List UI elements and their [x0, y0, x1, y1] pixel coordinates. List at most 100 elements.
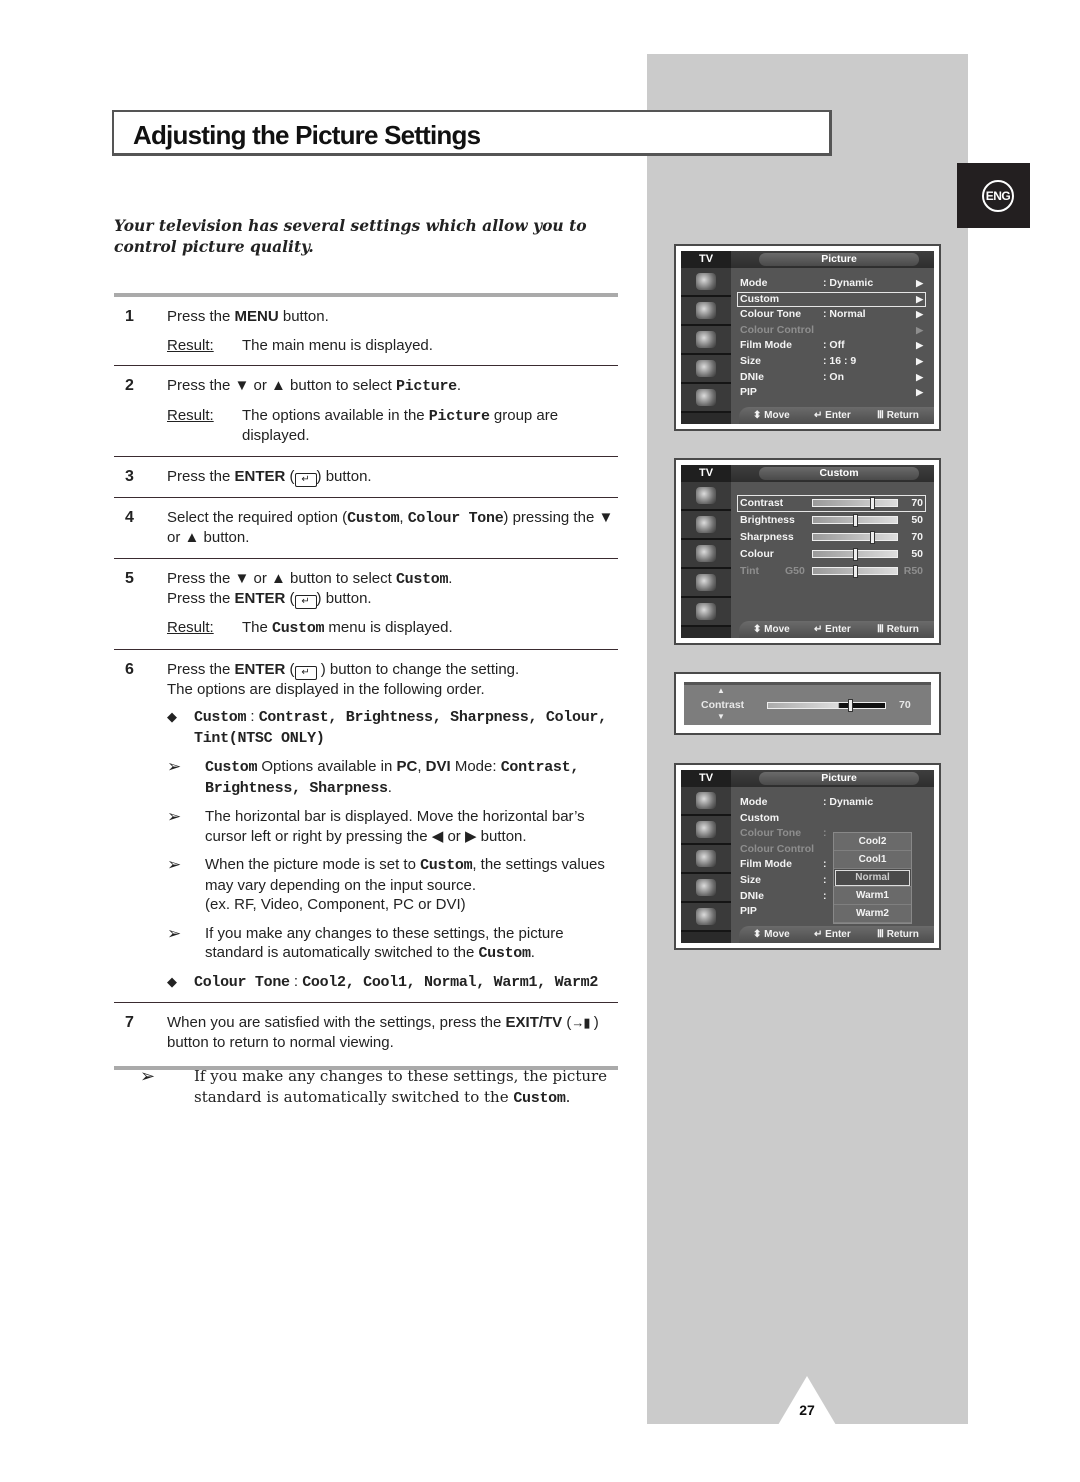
- language-badge: ENG: [957, 163, 1030, 228]
- option-name: Custom: [347, 509, 400, 527]
- input-icon[interactable]: [681, 787, 731, 816]
- setup-icon[interactable]: [681, 903, 731, 932]
- menu-item-label: Mode: [740, 796, 768, 808]
- menu-item-label: Custom: [740, 811, 780, 824]
- enter-hint: ↵ Enter: [814, 410, 851, 421]
- result: Result: The options available in the Pic…: [167, 406, 618, 446]
- osd-custom-menu: TV Custom Contrast 70 Brightness 50 Sharpness…: [674, 458, 941, 645]
- picture-icon[interactable]: [681, 297, 731, 326]
- channel-icon[interactable]: [681, 355, 731, 384]
- menu-item[interactable]: DNIe: On ▶: [737, 370, 926, 386]
- picture-icon[interactable]: [681, 511, 731, 540]
- custom-options-bullet: ◆ Custom : Contrast, Brightness, Sharpne…: [167, 707, 618, 748]
- menu-item-label: Film Mode: [740, 858, 792, 871]
- osd-title: Picture: [759, 253, 919, 266]
- slider-item[interactable]: Sharpness 70: [737, 529, 926, 546]
- menu-item-value: : Dynamic: [823, 277, 874, 289]
- menu-item-label: Film Mode: [740, 339, 792, 352]
- menu-item[interactable]: Film Mode: Off ▶: [737, 338, 926, 354]
- slider-knob[interactable]: [869, 531, 875, 544]
- menu-item-value: : On: [823, 370, 844, 383]
- menu-item-label: Mode: [740, 277, 768, 289]
- slider-track[interactable]: [812, 548, 898, 561]
- sound-icon[interactable]: [681, 326, 731, 355]
- dropdown-option[interactable]: Cool1: [834, 851, 911, 869]
- option-name: Custom: [478, 945, 531, 962]
- step-text: ) button.: [316, 467, 372, 485]
- chevron-right-icon: ▶: [916, 371, 923, 382]
- slider-knob[interactable]: [853, 514, 858, 527]
- menu-item[interactable]: PIP ▶: [737, 385, 926, 401]
- note-text: The horizontal bar is displayed. Move th…: [205, 808, 585, 845]
- osd-contrast-bar: ▲ Contrast ▼ 70: [674, 672, 941, 735]
- menu-name: Picture: [395, 378, 457, 395]
- menu-item-value: :: [823, 889, 827, 902]
- note-text: (ex. RF, Video, Component, PC or DVI): [205, 896, 466, 913]
- step-text: Press the: [167, 590, 235, 607]
- note-arrow-icon: ➢: [167, 923, 182, 943]
- osd-footer: ⬍ Move ↵ Enter Ⅲ Return: [739, 407, 934, 424]
- dropdown-option[interactable]: Normal: [834, 869, 911, 887]
- slider-track[interactable]: [812, 565, 898, 578]
- menu-item[interactable]: Colour Tone: Normal ▶: [737, 307, 926, 323]
- up-arrow-icon[interactable]: ▲: [717, 686, 725, 695]
- slider-knob[interactable]: [847, 699, 853, 712]
- menu-item[interactable]: Colour Control ▶: [737, 323, 926, 339]
- slider-track[interactable]: [812, 497, 898, 510]
- sound-icon[interactable]: [681, 845, 731, 874]
- slider-knob[interactable]: [869, 497, 875, 510]
- result-label: Result:: [167, 336, 214, 354]
- step-number: 1: [125, 308, 134, 325]
- menu-item[interactable]: Mode: Dynamic ▶: [737, 276, 926, 292]
- option-name: Colour Tone: [407, 509, 504, 527]
- slider-track[interactable]: [812, 514, 898, 527]
- picture-icon[interactable]: [681, 816, 731, 845]
- chevron-right-icon: ▶: [916, 355, 923, 366]
- return-label: Return: [886, 624, 919, 635]
- channel-icon[interactable]: [681, 874, 731, 903]
- enter-label: Enter: [825, 929, 851, 940]
- move-hint: ⬍ Move: [753, 624, 790, 635]
- slider-knob[interactable]: [853, 565, 858, 578]
- result-text-part: The: [242, 619, 273, 636]
- key-name: EXIT/TV: [505, 1014, 563, 1031]
- option-name: Custom: [395, 570, 449, 588]
- setup-icon[interactable]: [681, 384, 731, 413]
- note-pc-dvi: ➢ Custom Options available in PC, DVI Mo…: [167, 757, 618, 798]
- menu-item-label: Colour Control: [740, 323, 815, 336]
- menu-item-value: : 16 : 9: [823, 354, 857, 367]
- input-icon[interactable]: [681, 482, 731, 511]
- osd-icon-column: [681, 787, 731, 943]
- slider-item[interactable]: Tint G50 R50: [737, 563, 926, 580]
- return-label: Return: [886, 410, 919, 421]
- step-3: 3 Press the ENTER (↵) button.: [114, 457, 618, 497]
- bullet-separator: :: [289, 972, 303, 990]
- menu-item-value: : Dynamic: [823, 796, 874, 808]
- dropdown-option[interactable]: Cool2: [834, 833, 911, 851]
- sound-icon[interactable]: [681, 540, 731, 569]
- slider-item[interactable]: Brightness 50: [737, 512, 926, 529]
- menu-item[interactable]: Size: 16 : 9 ▶: [737, 354, 926, 370]
- menu-item[interactable]: Custom: [737, 811, 926, 827]
- step-number: 7: [125, 1014, 134, 1031]
- dropdown-option[interactable]: Warm1: [834, 887, 911, 905]
- channel-icon[interactable]: [681, 569, 731, 598]
- chevron-right-icon: ▶: [916, 340, 923, 351]
- menu-item[interactable]: Custom ▶: [737, 291, 926, 308]
- down-arrow-icon[interactable]: ▼: [717, 712, 725, 721]
- enter-label: Enter: [825, 410, 851, 421]
- osd-picture-menu: TV Picture Mode: Dynamic ▶ Custom ▶ Colour To…: [674, 244, 941, 431]
- dropdown-option[interactable]: Warm2: [834, 905, 911, 923]
- mode-name: DVI: [425, 758, 451, 775]
- slider-knob[interactable]: [853, 548, 858, 561]
- slider-track[interactable]: [812, 531, 898, 544]
- menu-item[interactable]: Mode : Dynamic: [737, 795, 926, 811]
- contrast-slider[interactable]: [767, 699, 886, 712]
- note-text: .: [530, 944, 535, 961]
- slider-item[interactable]: Colour 50: [737, 546, 926, 563]
- slider-item[interactable]: Contrast 70: [737, 495, 926, 512]
- input-icon[interactable]: [681, 268, 731, 297]
- step-text: (: [285, 590, 295, 607]
- setup-icon[interactable]: [681, 598, 731, 627]
- note-text: Mode:: [450, 758, 501, 775]
